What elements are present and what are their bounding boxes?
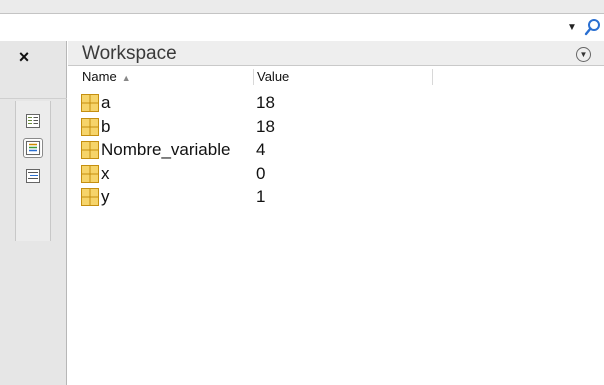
workspace-view-icon[interactable] xyxy=(23,138,43,158)
variable-name: b xyxy=(101,116,111,136)
panel-header: Workspace ▼ xyxy=(68,41,604,66)
column-name-label: Name xyxy=(82,69,117,84)
workspace-panel: Workspace ▼ Name ▲ Value a 18 b 18 Nombr… xyxy=(68,41,604,385)
table-row[interactable]: Nombre_variable 4 xyxy=(68,139,604,163)
column-divider[interactable] xyxy=(432,69,433,85)
matrix-variable-icon xyxy=(81,94,99,112)
left-dock-strip: × xyxy=(0,41,67,385)
panel-options-icon[interactable]: ▼ xyxy=(576,47,591,62)
list-view-icon[interactable] xyxy=(23,111,43,131)
table-row[interactable]: b 18 xyxy=(68,116,604,140)
variable-name: a xyxy=(101,93,111,112)
matrix-variable-icon xyxy=(81,164,99,183)
search-field[interactable]: ▼ xyxy=(0,13,604,41)
sort-ascending-icon: ▲ xyxy=(121,73,131,83)
variable-name: x xyxy=(101,163,110,183)
table-row[interactable]: y 1 xyxy=(68,186,604,210)
variable-value: 18 xyxy=(256,116,275,136)
variable-value: 1 xyxy=(256,187,266,206)
column-divider[interactable] xyxy=(253,69,254,85)
triangle-down-icon[interactable]: ▼ xyxy=(566,22,578,34)
variable-value: 18 xyxy=(256,93,275,112)
panel-title: Workspace xyxy=(82,43,177,64)
top-toolbar: ▼ xyxy=(0,0,604,41)
table-row[interactable]: x 0 xyxy=(68,163,604,187)
magnifier-icon[interactable] xyxy=(584,18,602,38)
variable-name: Nombre_variable xyxy=(101,140,231,159)
column-header-name[interactable]: Name ▲ xyxy=(82,69,131,84)
variable-list: a 18 b 18 Nombre_variable 4 x 0 y 1 xyxy=(68,92,604,210)
matrix-variable-icon xyxy=(81,141,99,159)
view-toolbar xyxy=(15,101,51,241)
variable-value: 4 xyxy=(256,140,266,159)
variable-value: 0 xyxy=(256,163,266,183)
column-header-value[interactable]: Value xyxy=(257,69,289,84)
divider xyxy=(0,98,67,99)
details-view-icon[interactable] xyxy=(23,166,43,186)
column-header-row: Name ▲ Value xyxy=(68,67,604,87)
matrix-variable-icon xyxy=(81,188,99,206)
close-button[interactable]: × xyxy=(12,47,36,67)
matrix-variable-icon xyxy=(81,117,99,136)
variable-name: y xyxy=(101,187,110,206)
table-row[interactable]: a 18 xyxy=(68,92,604,116)
